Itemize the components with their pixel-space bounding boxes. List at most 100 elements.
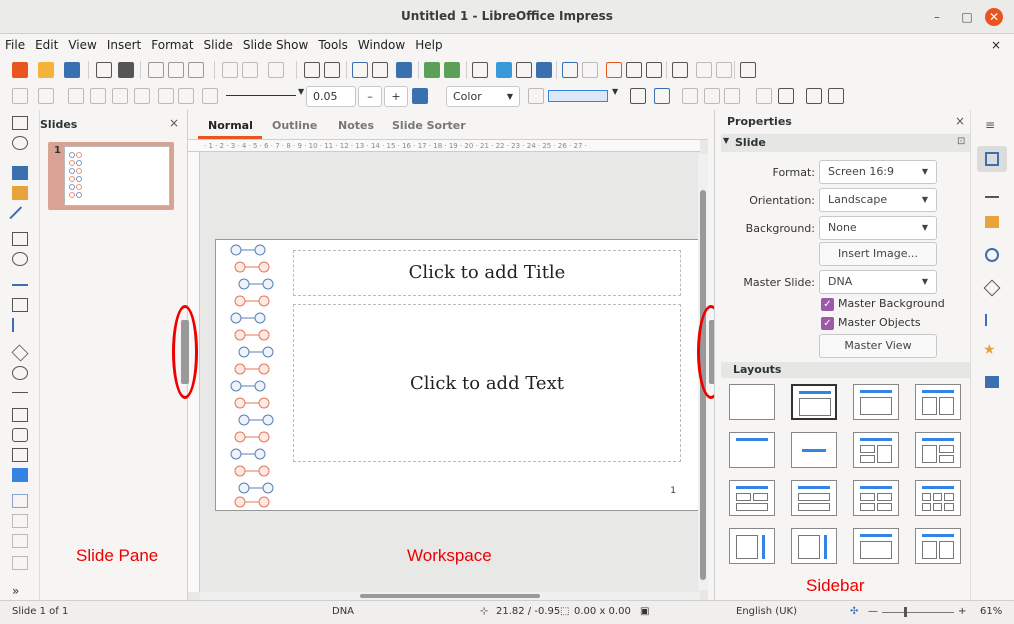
- layout-title-vertical-text[interactable]: [853, 528, 899, 564]
- callout-icon[interactable]: [12, 428, 28, 442]
- layout-centered-text[interactable]: [791, 432, 837, 468]
- language-status[interactable]: English (UK): [736, 606, 797, 617]
- slide-transition-icon[interactable]: [740, 62, 756, 78]
- arrow-icon[interactable]: [12, 284, 28, 288]
- crop-icon[interactable]: [756, 88, 772, 104]
- master-slide-icon[interactable]: [396, 62, 412, 78]
- text-box-icon[interactable]: [562, 62, 578, 78]
- master-objects-checkbox[interactable]: ✓: [821, 317, 834, 330]
- redo-icon[interactable]: [268, 62, 284, 78]
- fill-style-select[interactable]: Color ▼: [446, 86, 520, 107]
- open-icon[interactable]: [38, 62, 54, 78]
- menu-tools[interactable]: Tools: [313, 34, 353, 56]
- tab-slide-sorter[interactable]: Slide Sorter: [392, 119, 466, 132]
- filter-icon[interactable]: [778, 88, 794, 104]
- layout-title-only[interactable]: [729, 432, 775, 468]
- rotate-icon[interactable]: [724, 88, 740, 104]
- undo-icon[interactable]: [242, 62, 258, 78]
- increase-width-button[interactable]: +: [384, 86, 408, 107]
- rectangle-icon[interactable]: [12, 232, 28, 246]
- line-tool-icon[interactable]: [9, 206, 31, 228]
- layout-title-content-2content[interactable]: [915, 432, 961, 468]
- master-view-button[interactable]: Master View: [819, 334, 937, 358]
- distribute-tool-icon[interactable]: [12, 556, 28, 570]
- slide-thumbnail[interactable]: 1: [48, 142, 174, 210]
- layout-title-2content-over[interactable]: [729, 480, 775, 516]
- align-tool-icon[interactable]: [12, 514, 28, 528]
- line-style-preview[interactable]: [226, 95, 296, 96]
- flip-icon[interactable]: [12, 88, 28, 104]
- line-color-tool-icon[interactable]: [12, 166, 28, 180]
- send-to-back-icon[interactable]: [134, 88, 150, 104]
- master-slides-icon[interactable]: [985, 376, 999, 388]
- print-icon[interactable]: [118, 62, 134, 78]
- send-backward-icon[interactable]: [112, 88, 128, 104]
- basic-shapes-icon[interactable]: [11, 344, 29, 362]
- sidebar-close-button[interactable]: ×: [955, 114, 965, 128]
- table-icon[interactable]: [472, 62, 488, 78]
- text-placeholder[interactable]: Click to add Text: [293, 304, 681, 462]
- ungroup-icon[interactable]: [178, 88, 194, 104]
- animation-icon[interactable]: ★: [983, 342, 996, 358]
- styles-icon[interactable]: [985, 184, 999, 198]
- slides-pane-close-button[interactable]: ×: [169, 116, 179, 130]
- more-tools-icon[interactable]: »: [12, 584, 19, 598]
- layout-two-content[interactable]: [915, 384, 961, 420]
- comment-icon[interactable]: [672, 62, 688, 78]
- tab-notes[interactable]: Notes: [338, 119, 374, 132]
- paste-icon[interactable]: [188, 62, 204, 78]
- curve-icon[interactable]: [12, 298, 28, 312]
- gallery-icon[interactable]: [985, 216, 999, 228]
- flowchart-icon[interactable]: [12, 408, 28, 422]
- save-icon[interactable]: [64, 62, 80, 78]
- slide-transition-deck-icon[interactable]: [985, 314, 999, 326]
- zoom-slider[interactable]: [882, 607, 954, 617]
- fill-color-tool-icon[interactable]: [12, 186, 28, 200]
- tab-outline[interactable]: Outline: [272, 119, 317, 132]
- bring-forward-icon[interactable]: [90, 88, 106, 104]
- spelling-icon[interactable]: [324, 62, 340, 78]
- toggle-extrusion-icon[interactable]: [704, 88, 720, 104]
- slide-canvas[interactable]: Click to add Title Click to add Text 1: [215, 239, 699, 511]
- title-placeholder[interactable]: Click to add Title: [293, 250, 681, 296]
- menu-edit[interactable]: Edit: [30, 34, 63, 56]
- select-icon[interactable]: [12, 116, 28, 130]
- group-icon[interactable]: [158, 88, 174, 104]
- zoom-level-status[interactable]: 61%: [980, 606, 1002, 617]
- fit-slide-icon[interactable]: ✣: [850, 606, 858, 617]
- arrange-tool-icon[interactable]: [12, 534, 28, 548]
- line-properties-icon[interactable]: [202, 88, 218, 104]
- maximize-button[interactable]: □: [958, 8, 976, 26]
- document-modified-icon[interactable]: ▣: [640, 606, 649, 617]
- master-slide-select[interactable]: DNA ▼: [819, 270, 937, 294]
- shapes-icon[interactable]: [983, 279, 1001, 297]
- menu-format[interactable]: Format: [146, 34, 198, 56]
- clone-formatting-icon[interactable]: [222, 62, 238, 78]
- header-footer-icon[interactable]: [696, 62, 712, 78]
- hyperlink-icon[interactable]: [626, 62, 642, 78]
- align-icon[interactable]: [38, 88, 54, 104]
- star-icon[interactable]: [12, 448, 28, 462]
- navigator-icon[interactable]: [985, 248, 999, 262]
- decrease-width-button[interactable]: –: [358, 86, 382, 107]
- layout-title-content[interactable]: [791, 384, 837, 420]
- helplines-icon[interactable]: [806, 88, 822, 104]
- start-current-slide-icon[interactable]: [444, 62, 460, 78]
- menu-slide[interactable]: Slide: [199, 34, 238, 56]
- zoom-in-button[interactable]: +: [958, 606, 966, 617]
- menu-window[interactable]: Window: [353, 34, 410, 56]
- special-character-icon[interactable]: [582, 62, 598, 78]
- line-color-icon[interactable]: [412, 88, 428, 104]
- show-draw-functions-icon[interactable]: [646, 62, 662, 78]
- more-options-icon[interactable]: ⊡: [957, 136, 965, 147]
- ellipse-icon[interactable]: [12, 252, 28, 266]
- 3d-objects-icon[interactable]: [12, 468, 28, 482]
- arrange-icon[interactable]: [68, 88, 84, 104]
- close-window-button[interactable]: ✕: [985, 8, 1003, 26]
- slide-number-icon[interactable]: [716, 62, 732, 78]
- zoom-icon[interactable]: [12, 136, 28, 150]
- master-background-checkbox[interactable]: ✓: [821, 298, 834, 311]
- image-icon[interactable]: [496, 62, 512, 78]
- menu-slide-show[interactable]: Slide Show: [238, 34, 313, 56]
- close-document-button[interactable]: ×: [986, 34, 1006, 56]
